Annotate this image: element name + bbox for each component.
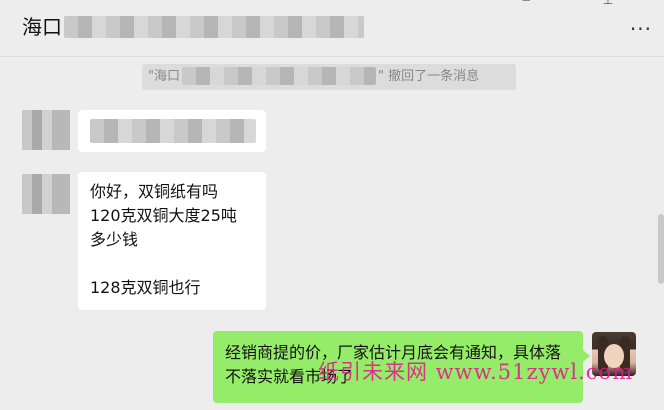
redacted-message-mosaic [90, 118, 256, 143]
pin-icon[interactable]: ⊥ [600, 0, 616, 6]
site-watermark: 纸引未来网 www.51zywl.com [318, 360, 634, 384]
minimize-icon[interactable]: − [518, 0, 534, 6]
recall-prefix: "海口 [148, 69, 180, 84]
contact-avatar[interactable] [22, 174, 70, 214]
contact-avatar[interactable] [22, 110, 70, 150]
message-bubble-incoming[interactable]: 你好，双铜纸有吗 120克双铜大度25吨 多少钱 128克双铜也行 [78, 172, 266, 310]
scrollbar[interactable] [658, 214, 664, 284]
recall-notice: "海口 " 撤回了一条消息 [142, 64, 516, 90]
message-line: 128克双铜也行 [90, 278, 201, 297]
message-bubble-incoming-redacted[interactable] [78, 110, 266, 152]
message-line: 你好，双铜纸有吗 [90, 182, 219, 201]
message-spacer [90, 252, 254, 276]
chat-title-text: 海口 [22, 15, 62, 39]
recall-suffix: " 撤回了一条消息 [377, 69, 480, 84]
redacted-name-mosaic [181, 66, 376, 85]
more-options-button[interactable]: ··· [630, 19, 652, 39]
message-line: 120克双铜大度25吨 [90, 206, 237, 225]
redacted-name-mosaic [64, 15, 364, 38]
chat-title: 海口 [22, 14, 364, 40]
chat-header: 海口 − ⊥ ··· [0, 0, 664, 57]
message-line: 多少钱 [90, 230, 139, 249]
